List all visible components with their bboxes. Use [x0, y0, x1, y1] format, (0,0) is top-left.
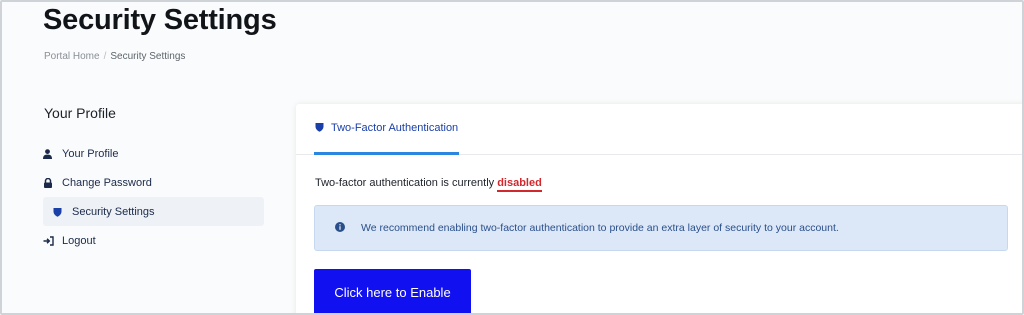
info-icon: [335, 221, 345, 235]
sidebar-item-change-password[interactable]: Change Password: [43, 168, 264, 197]
sidebar-item-label: Change Password: [62, 176, 152, 189]
sidebar-nav: Your Profile Change Password Security Se…: [43, 139, 264, 255]
sign-out-icon: [43, 235, 62, 246]
shield-icon: [53, 207, 72, 217]
lock-icon: [43, 177, 62, 188]
sidebar-item-logout[interactable]: Logout: [43, 226, 264, 255]
breadcrumb-current: Security Settings: [110, 51, 186, 62]
status-prefix: Two-factor authentication is currently: [315, 177, 498, 189]
tab-label: Two-Factor Authentication: [331, 122, 459, 134]
shield-icon: [315, 122, 324, 135]
tab-two-factor-authentication[interactable]: Two-Factor Authentication: [314, 104, 459, 155]
info-message: We recommend enabling two-factor authent…: [361, 222, 839, 234]
sidebar-heading: Your Profile: [44, 105, 116, 121]
two-factor-panel: Two-Factor Authentication Two-factor aut…: [296, 104, 1022, 313]
sidebar-item-label: Your Profile: [62, 147, 119, 160]
sidebar-item-label: Logout: [62, 234, 96, 247]
sidebar-item-your-profile[interactable]: Your Profile: [43, 139, 264, 168]
breadcrumb-separator: /: [103, 51, 107, 62]
enable-2fa-button[interactable]: Click here to Enable: [314, 269, 471, 313]
status-badge: disabled: [497, 177, 542, 192]
breadcrumb: Portal Home / Security Settings: [44, 51, 185, 62]
breadcrumb-portal-home[interactable]: Portal Home: [44, 51, 100, 62]
page-title: Security Settings: [43, 4, 277, 36]
sidebar-item-security-settings[interactable]: Security Settings: [43, 197, 264, 226]
info-alert: We recommend enabling two-factor authent…: [314, 205, 1008, 251]
status-line: Two-factor authentication is currently d…: [315, 177, 542, 192]
tab-bar: Two-Factor Authentication: [296, 104, 1022, 155]
user-icon: [43, 148, 62, 159]
window-frame: Security Settings Portal Home / Security…: [0, 0, 1024, 315]
sidebar-item-label: Security Settings: [72, 205, 155, 218]
